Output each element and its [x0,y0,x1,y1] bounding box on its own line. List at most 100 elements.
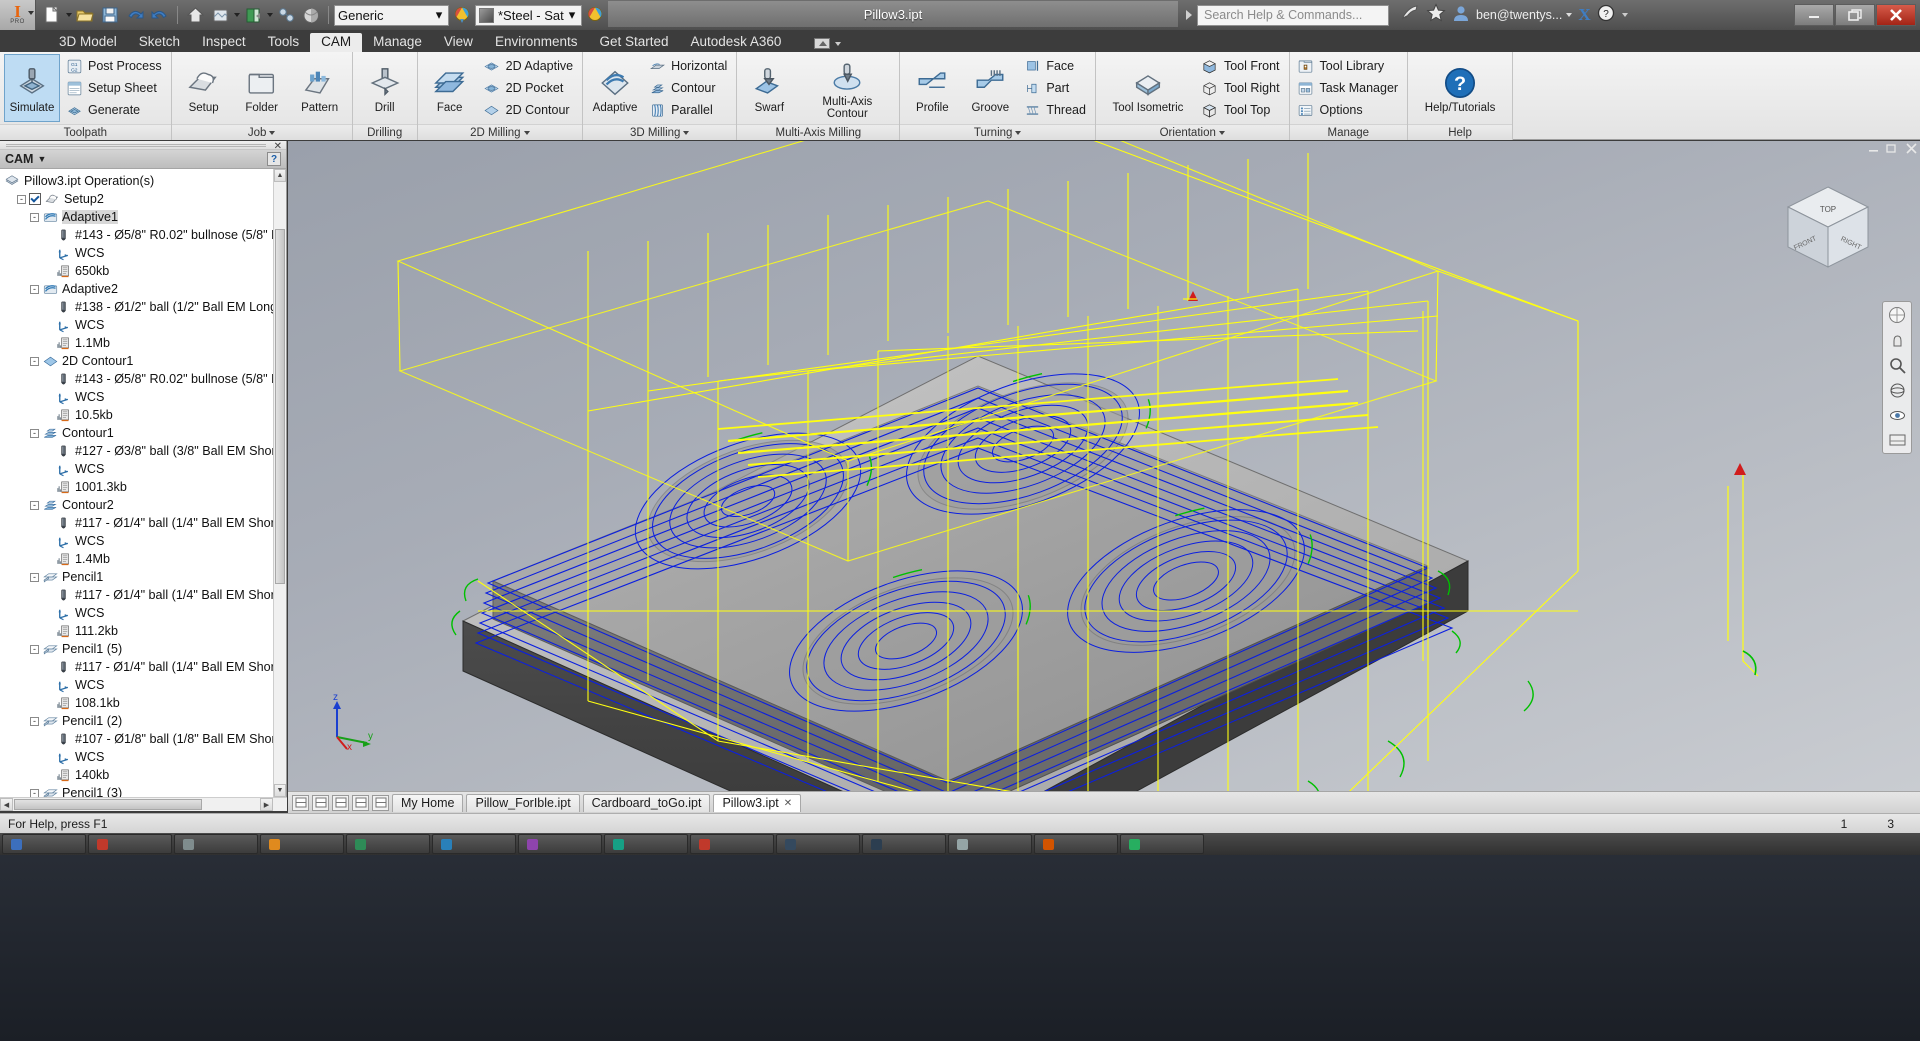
graphics-viewport[interactable]: TOP FRONT RIGHT z y x [288,141,1920,791]
tree-item[interactable]: WCS [4,316,286,334]
ribbon-tab-3d-model[interactable]: 3D Model [48,33,128,52]
material-browser-icon[interactable] [299,2,323,28]
chevron-down-icon[interactable] [523,130,530,135]
tree-expander[interactable]: - [30,284,39,294]
undo-icon[interactable] [123,2,147,28]
ribbon-button-tool-front[interactable]: Tool Front [1198,56,1285,77]
tree-expander[interactable]: - [30,356,39,366]
cam-browser-tree[interactable]: Pillow3.ipt Operation(s) - Setup2 - Adaptive… [0,169,286,802]
ribbon-button-simulate[interactable]: Simulate [4,54,60,122]
document-tab-pillow-forible-ipt[interactable]: Pillow_ForIble.ipt [466,793,580,812]
tree-item[interactable]: - Contour2 [4,496,286,514]
taskbar-item[interactable] [948,834,1032,854]
taskbar-item[interactable] [2,834,86,854]
panel-title[interactable]: 3D Milling [583,124,737,140]
chevron-down-icon[interactable]: ▾ [566,7,578,23]
viewport-minimize-button[interactable] [1867,143,1880,157]
ribbon-button-setup-sheet[interactable]: Setup Sheet [62,78,167,99]
viewport-restore-button[interactable] [1886,143,1899,157]
browser-horizontal-scrollbar[interactable]: ◀ ▶ [0,797,287,811]
appearance-picker-icon[interactable] [450,2,474,28]
ribbon-tab-view[interactable]: View [433,33,484,52]
open-icon[interactable] [73,2,97,28]
tree-item[interactable]: 1001.3kb [4,478,286,496]
tree-item[interactable]: 140kb [4,766,286,784]
panel-title[interactable]: Turning [900,124,1095,140]
ribbon-button-help-tutorials[interactable]: ? Help/Tutorials [1412,54,1508,122]
ribbon-button-2d-adaptive[interactable]: 2D Adaptive [480,56,578,77]
tree-item[interactable]: 111.2kb [4,622,286,640]
account-label[interactable]: ben@twentys... [1476,8,1573,22]
tree-item[interactable]: WCS [4,244,286,262]
document-tab-pillow3-ipt[interactable]: Pillow3.ipt ✕ [713,793,802,812]
scroll-thumb-vertical[interactable] [275,229,285,584]
parameters-icon[interactable] [274,2,298,28]
ribbon-button-multi-axis-contour[interactable]: Multi-Axis Contour [799,54,895,122]
signin-status-icon[interactable] [1400,4,1420,27]
close-icon[interactable]: ✕ [784,798,792,809]
ribbon-button-2d-contour[interactable]: 2D Contour [480,100,578,121]
orbit-icon[interactable] [1886,380,1908,400]
chevron-down-icon[interactable] [1218,130,1225,135]
ribbon-button-task-manager[interactable]: Task Manager [1294,78,1404,99]
tree-item[interactable]: #107 - Ø1/8" ball (1/8" Ball EM Short [4,730,286,748]
display-dropdown-icon[interactable] [234,13,240,17]
tree-item[interactable]: - Pencil1 (5) [4,640,286,658]
ribbon-button-tool-isometric[interactable]: Tool Isometric [1100,54,1196,122]
tree-item[interactable]: WCS [4,676,286,694]
tree-item[interactable]: - Contour1 [4,424,286,442]
tile-vertical-icon[interactable] [312,794,329,811]
document-tab-my-home[interactable]: My Home [392,793,464,812]
tree-expander[interactable]: - [17,194,26,204]
avatar[interactable] [1452,4,1470,27]
chevron-down-icon[interactable] [1566,13,1573,17]
chevron-down-icon[interactable] [1015,130,1022,135]
material-browser-open-icon[interactable] [583,2,607,28]
ribbon-button-tool-library[interactable]: Tool Library [1294,56,1404,77]
tree-item[interactable]: #143 - Ø5/8" R0.02" bullnose (5/8" Ro [4,226,286,244]
viewport-close-button[interactable] [1905,143,1918,157]
document-tab-cardboard-togo-ipt[interactable]: Cardboard_toGo.ipt [582,793,711,812]
ribbon-button-thread[interactable]: Thread [1020,100,1091,121]
taskbar-item[interactable] [1120,834,1204,854]
ribbon-button-groove[interactable]: Groove [962,54,1018,122]
view-cube[interactable]: TOP FRONT RIGHT [1780,181,1876,277]
tree-item[interactable]: - Adaptive2 [4,280,286,298]
tree-item[interactable]: 1.1Mb [4,334,286,352]
tree-item[interactable]: #117 - Ø1/4" ball (1/4" Ball EM Short [4,514,286,532]
look-icon[interactable] [1886,405,1908,425]
navigation-bar[interactable] [1882,301,1912,454]
browser-drag-grip[interactable]: ✕ [0,141,286,152]
tree-item[interactable]: WCS [4,460,286,478]
taskbar-item[interactable] [260,834,344,854]
tree-item[interactable]: #117 - Ø1/4" ball (1/4" Ball EM Short [4,586,286,604]
display-icon[interactable] [1886,430,1908,450]
favorites-star-icon[interactable] [1426,3,1446,27]
shaded-display-icon[interactable] [208,2,232,28]
tree-item[interactable]: #143 - Ø5/8" R0.02" bullnose (5/8" Ro [4,370,286,388]
ribbon-button-profile[interactable]: Profile [904,54,960,122]
new-icon[interactable] [40,2,64,28]
ribbon-tab-autodesk-a360[interactable]: Autodesk A360 [680,33,793,52]
taskbar-item[interactable] [1034,834,1118,854]
ribbon-tab-manage[interactable]: Manage [362,33,433,52]
taskbar-item[interactable] [776,834,860,854]
chevron-down-icon[interactable] [28,11,34,15]
taskbar-item[interactable] [174,834,258,854]
home-icon[interactable] [183,2,207,28]
ribbon-button-setup[interactable]: Setup [176,54,232,122]
panel-title[interactable]: Orientation [1095,124,1289,140]
minimize-button[interactable] [1794,4,1834,26]
ribbon-button-parallel[interactable]: Parallel [645,100,732,121]
tree-expander[interactable]: - [30,644,39,654]
new-dropdown-icon[interactable] [66,13,72,17]
application-menu-button[interactable]: I PRO [0,0,36,30]
tree-item[interactable]: 650kb [4,262,286,280]
taskbar-item[interactable] [432,834,516,854]
appearance-combo[interactable]: Generic ▾ [334,4,449,26]
ribbon-tab-sketch[interactable]: Sketch [128,33,191,52]
save-icon[interactable] [98,2,122,28]
tree-item[interactable]: 108.1kb [4,694,286,712]
browser-help-button[interactable]: ? [267,152,281,166]
tree-item[interactable]: - Adaptive1 [4,208,286,226]
